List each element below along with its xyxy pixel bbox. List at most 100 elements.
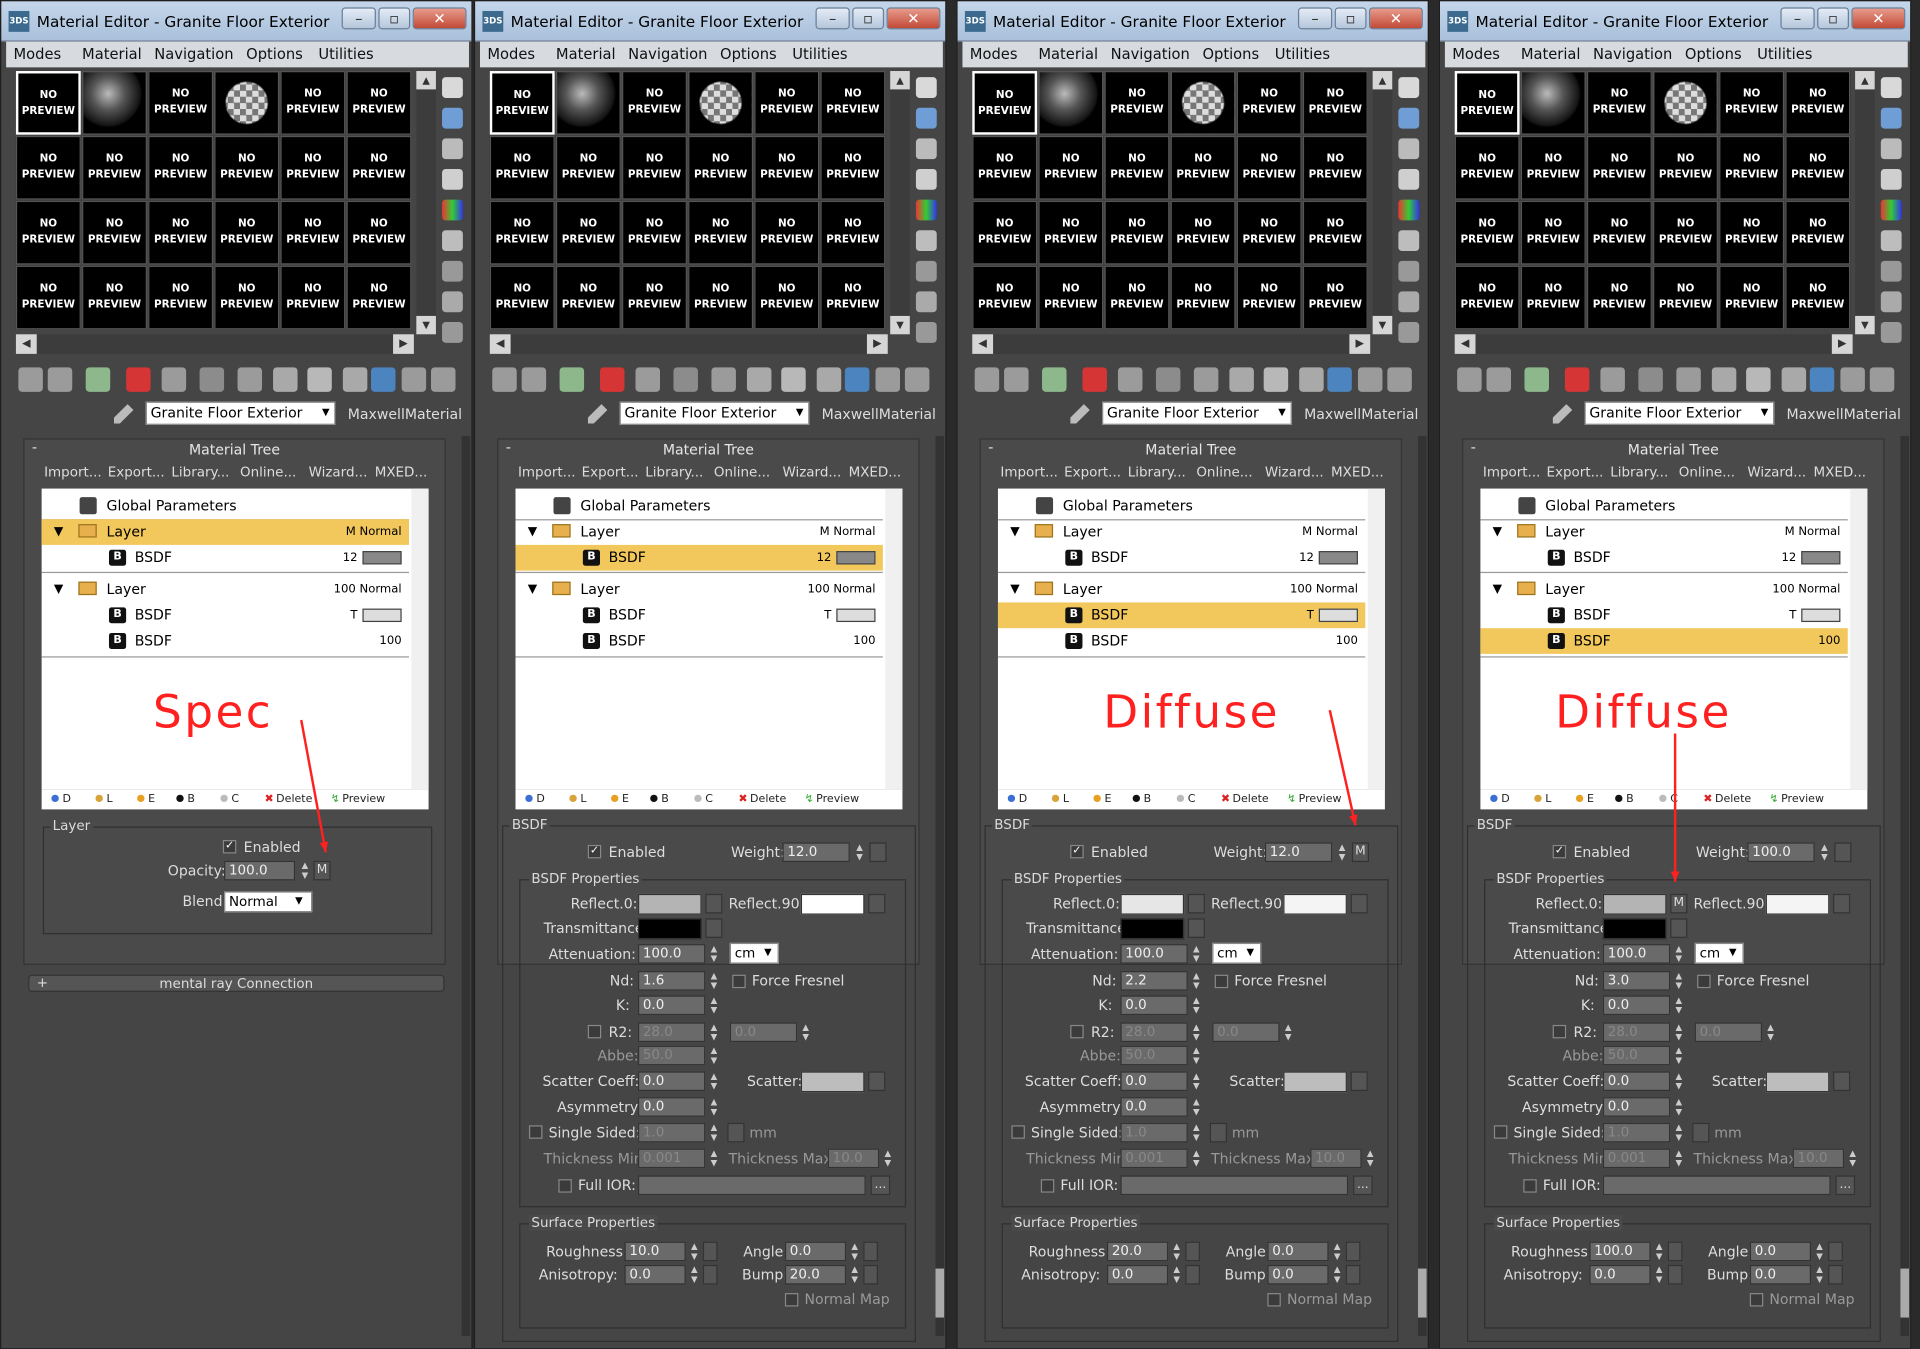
sample-slot[interactable]: NO PREVIEW	[1454, 265, 1520, 330]
menu-options[interactable]: Options	[246, 45, 303, 62]
menu-modes[interactable]: Modes	[1452, 45, 1500, 62]
sample-slot[interactable]: NO PREVIEW	[1454, 135, 1520, 200]
full-ior-browse-button[interactable]: ...	[1835, 1175, 1856, 1196]
single-sided-map-button[interactable]	[1209, 1122, 1227, 1143]
sample-slot[interactable]: NO PREVIEW	[972, 265, 1038, 330]
attenuation-field[interactable]: 100.0	[637, 944, 706, 964]
roughness-spinner[interactable]: ▲ ▼	[1653, 1242, 1665, 1262]
material-name-field[interactable]: Granite Floor Exterior	[619, 401, 810, 425]
k-field[interactable]: 0.0	[1120, 995, 1188, 1016]
asymmetry-spinner[interactable]: ▲ ▼	[1190, 1097, 1202, 1117]
legend-item[interactable]: L	[1051, 790, 1069, 810]
thickness-max-field[interactable]: 10.0	[827, 1148, 880, 1169]
scatter-coeff-spinner[interactable]: ▲ ▼	[708, 1071, 720, 1091]
material-name-dropdown-arrow[interactable]: ▼	[1757, 404, 1772, 421]
abbe-field[interactable]: 50.0	[1120, 1045, 1188, 1066]
get-material-icon[interactable]	[1457, 367, 1482, 392]
put-to-library-icon[interactable]	[1676, 367, 1701, 392]
sample-slot[interactable]: NO PREVIEW	[972, 71, 1038, 135]
put-to-library-icon[interactable]	[1193, 367, 1219, 392]
bump-map-button[interactable]	[1828, 1264, 1843, 1285]
sample-slot[interactable]: NO PREVIEW	[972, 135, 1038, 200]
slots-horizontal-scrollbar[interactable]: ◀ ▶	[1454, 334, 1853, 354]
r2-second-field[interactable]: 0.0	[729, 1022, 798, 1043]
sample-slot[interactable]: NO PREVIEW	[1653, 200, 1718, 265]
dropdown-arrow-icon[interactable]: ▼	[764, 947, 772, 958]
force-fresnel-checkbox[interactable]	[1214, 974, 1229, 989]
sample-slot[interactable]: NO PREVIEW	[214, 200, 280, 265]
eyedropper-icon[interactable]	[587, 404, 608, 424]
legend-item[interactable]: ✖ Delete	[1221, 790, 1269, 810]
sample-slot[interactable]: NO PREVIEW	[1454, 200, 1520, 265]
menu-utilities[interactable]: Utilities	[318, 45, 373, 62]
asymmetry-spinner[interactable]: ▲ ▼	[1673, 1097, 1685, 1117]
abbe-spinner[interactable]: ▲ ▼	[708, 1046, 720, 1066]
tree-row-layer[interactable]: ▼ Layer M Normal	[1480, 519, 1847, 545]
eyedropper-icon[interactable]	[113, 404, 134, 424]
bump-map-button[interactable]	[1345, 1264, 1361, 1285]
asymmetry-field[interactable]: 0.0	[1120, 1097, 1188, 1117]
menu-navigation[interactable]: Navigation	[1593, 45, 1672, 62]
expand-arrow-icon[interactable]: ▼	[1493, 577, 1502, 603]
asymmetry-spinner[interactable]: ▲ ▼	[708, 1097, 720, 1117]
go-to-parent-icon[interactable]	[844, 367, 870, 392]
legend-item[interactable]: C	[1659, 790, 1678, 810]
reflect90-map-button[interactable]	[868, 893, 886, 914]
legend-item[interactable]: C	[1176, 790, 1195, 810]
slots-horizontal-scrollbar[interactable]: ◀ ▶	[972, 334, 1371, 354]
panel-scrollbar[interactable]	[1900, 435, 1909, 1336]
single-sided-checkbox[interactable]	[1011, 1125, 1025, 1139]
scroll-left-arrow[interactable]: ◀	[15, 334, 37, 354]
mental-ray-rollout[interactable]: + mental ray Connection	[28, 974, 445, 992]
bump-spinner[interactable]: ▲ ▼	[1813, 1265, 1825, 1285]
single-sided-spinner[interactable]: ▲ ▼	[1673, 1123, 1685, 1143]
angle-spinner[interactable]: ▲ ▼	[1813, 1242, 1825, 1262]
sample-type-icon[interactable]	[1880, 77, 1902, 98]
material-tree-title[interactable]: Material Tree	[1463, 440, 1883, 460]
k-field[interactable]: 0.0	[637, 995, 706, 1016]
legend-item[interactable]: C	[694, 790, 713, 810]
maximize-button[interactable]: ▫	[852, 7, 885, 30]
backlight-icon[interactable]	[915, 107, 937, 129]
bump-field[interactable]: 0.0	[1267, 1264, 1329, 1285]
sample-slot[interactable]: NO PREVIEW	[1302, 200, 1368, 265]
sample-slot[interactable]: NO PREVIEW	[1785, 71, 1851, 135]
opacity-spinner[interactable]: ▲ ▼	[299, 861, 311, 881]
scroll-up-arrow[interactable]: ▲	[890, 71, 910, 90]
scatter-color-swatch[interactable]	[800, 1071, 865, 1093]
transmittance-map-button[interactable]	[705, 918, 723, 938]
tree-row-global-parameters[interactable]: Global Parameters	[42, 493, 409, 519]
reflect0-color-swatch[interactable]	[1602, 893, 1667, 915]
thickness-max-spinner[interactable]: ▲ ▼	[1847, 1149, 1859, 1169]
go-to-parent-icon[interactable]	[1809, 367, 1835, 392]
angle-spinner[interactable]: ▲ ▼	[1331, 1242, 1343, 1262]
sample-slot[interactable]: NO PREVIEW	[555, 200, 621, 265]
panel-scrollbar[interactable]	[935, 435, 945, 1336]
put-to-library-icon[interactable]	[711, 367, 736, 392]
legend-item[interactable]: B	[176, 790, 195, 810]
show-map-icon[interactable]	[1263, 367, 1289, 392]
k-spinner[interactable]: ▲ ▼	[1673, 996, 1685, 1016]
sample-slot[interactable]: NO PREVIEW	[820, 265, 886, 330]
sample-slot[interactable]: NO PREVIEW	[1586, 71, 1652, 135]
sample-slot[interactable]: NO PREVIEW	[1170, 200, 1236, 265]
opacity-field[interactable]: 100.0	[224, 860, 296, 881]
legend-item[interactable]: C	[220, 790, 239, 810]
sample-slot[interactable]: NO PREVIEW	[754, 265, 820, 330]
tree-row-bsdf[interactable]: B BSDF 12	[42, 545, 409, 571]
anisotropy-field[interactable]: 0.0	[1589, 1264, 1651, 1285]
roughness-field[interactable]: 20.0	[1106, 1241, 1169, 1262]
sample-slot[interactable]: NO PREVIEW	[346, 135, 412, 200]
background-icon[interactable]	[1880, 138, 1902, 160]
go-to-parent-icon[interactable]	[1327, 367, 1352, 392]
legend-item[interactable]: D	[51, 790, 71, 810]
tree-toolbar-button[interactable]: Wizard...	[309, 464, 368, 480]
reset-icon[interactable]	[600, 367, 625, 392]
sample-slot[interactable]: NO PREVIEW	[214, 135, 280, 200]
expand-arrow-icon[interactable]: ▼	[528, 577, 537, 603]
legend-item[interactable]: L	[95, 790, 113, 810]
sample-slot[interactable]: NO PREVIEW	[489, 200, 555, 265]
legend-item[interactable]: E	[137, 790, 155, 810]
asymmetry-field[interactable]: 0.0	[1602, 1097, 1671, 1117]
menu-navigation[interactable]: Navigation	[1111, 45, 1190, 62]
